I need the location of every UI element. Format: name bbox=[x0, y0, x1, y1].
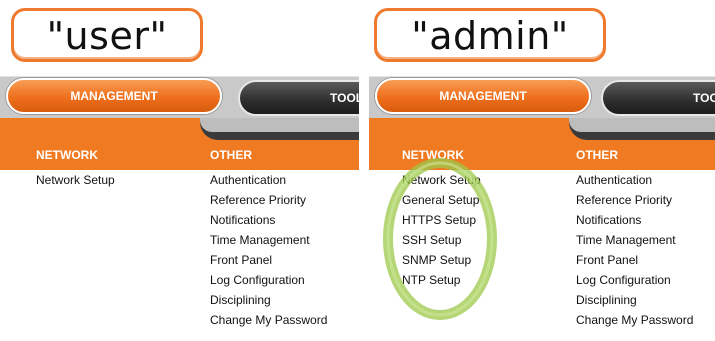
menu-item-ssh-setup[interactable]: SSH Setup bbox=[402, 233, 481, 253]
menu-item-change-password[interactable]: Change My Password bbox=[210, 313, 327, 333]
tab-tools[interactable]: TOOLS bbox=[601, 80, 715, 116]
other-menu: Authentication Reference Priority Notifi… bbox=[576, 173, 693, 333]
admin-panel: "admin" MANAGEMENT TOOLS NETWORK OTHER N… bbox=[369, 0, 715, 341]
menu-item-log-configuration[interactable]: Log Configuration bbox=[576, 273, 693, 293]
user-role-label: "user" bbox=[11, 8, 203, 62]
menu-item-network-setup[interactable]: Network Setup bbox=[402, 173, 481, 193]
other-header: OTHER bbox=[210, 148, 252, 162]
network-header: NETWORK bbox=[402, 148, 464, 162]
menu-item-snmp-setup[interactable]: SNMP Setup bbox=[402, 253, 481, 273]
menu-item-notifications[interactable]: Notifications bbox=[576, 213, 693, 233]
menu-item-disciplining[interactable]: Disciplining bbox=[210, 293, 327, 313]
menu-band bbox=[369, 118, 715, 170]
tab-tools[interactable]: TOOLS bbox=[238, 80, 359, 116]
tab-management[interactable]: MANAGEMENT bbox=[375, 78, 591, 114]
menu-item-general-setup[interactable]: General Setup bbox=[402, 193, 481, 213]
network-header: NETWORK bbox=[36, 148, 98, 162]
network-menu: Network Setup bbox=[36, 173, 115, 193]
menu-item-front-panel[interactable]: Front Panel bbox=[576, 253, 693, 273]
menu-item-log-configuration[interactable]: Log Configuration bbox=[210, 273, 327, 293]
tab-management[interactable]: MANAGEMENT bbox=[6, 78, 222, 114]
menu-item-reference-priority[interactable]: Reference Priority bbox=[210, 193, 327, 213]
other-header: OTHER bbox=[576, 148, 618, 162]
menu-item-front-panel[interactable]: Front Panel bbox=[210, 253, 327, 273]
network-menu: Network Setup General Setup HTTPS Setup … bbox=[402, 173, 481, 293]
menu-item-authentication[interactable]: Authentication bbox=[210, 173, 327, 193]
menu-band bbox=[0, 118, 359, 170]
menu-item-ntp-setup[interactable]: NTP Setup bbox=[402, 273, 481, 293]
menu-item-notifications[interactable]: Notifications bbox=[210, 213, 327, 233]
menu-item-disciplining[interactable]: Disciplining bbox=[576, 293, 693, 313]
menu-item-change-password[interactable]: Change My Password bbox=[576, 313, 693, 333]
other-menu: Authentication Reference Priority Notifi… bbox=[210, 173, 327, 333]
menu-item-reference-priority[interactable]: Reference Priority bbox=[576, 193, 693, 213]
menu-item-https-setup[interactable]: HTTPS Setup bbox=[402, 213, 481, 233]
menu-item-time-management[interactable]: Time Management bbox=[210, 233, 327, 253]
menu-item-network-setup[interactable]: Network Setup bbox=[36, 173, 115, 193]
user-panel: "user" MANAGEMENT TOOLS NETWORK OTHER Ne… bbox=[0, 0, 359, 341]
menu-item-authentication[interactable]: Authentication bbox=[576, 173, 693, 193]
admin-role-label: "admin" bbox=[374, 8, 606, 62]
menu-item-time-management[interactable]: Time Management bbox=[576, 233, 693, 253]
